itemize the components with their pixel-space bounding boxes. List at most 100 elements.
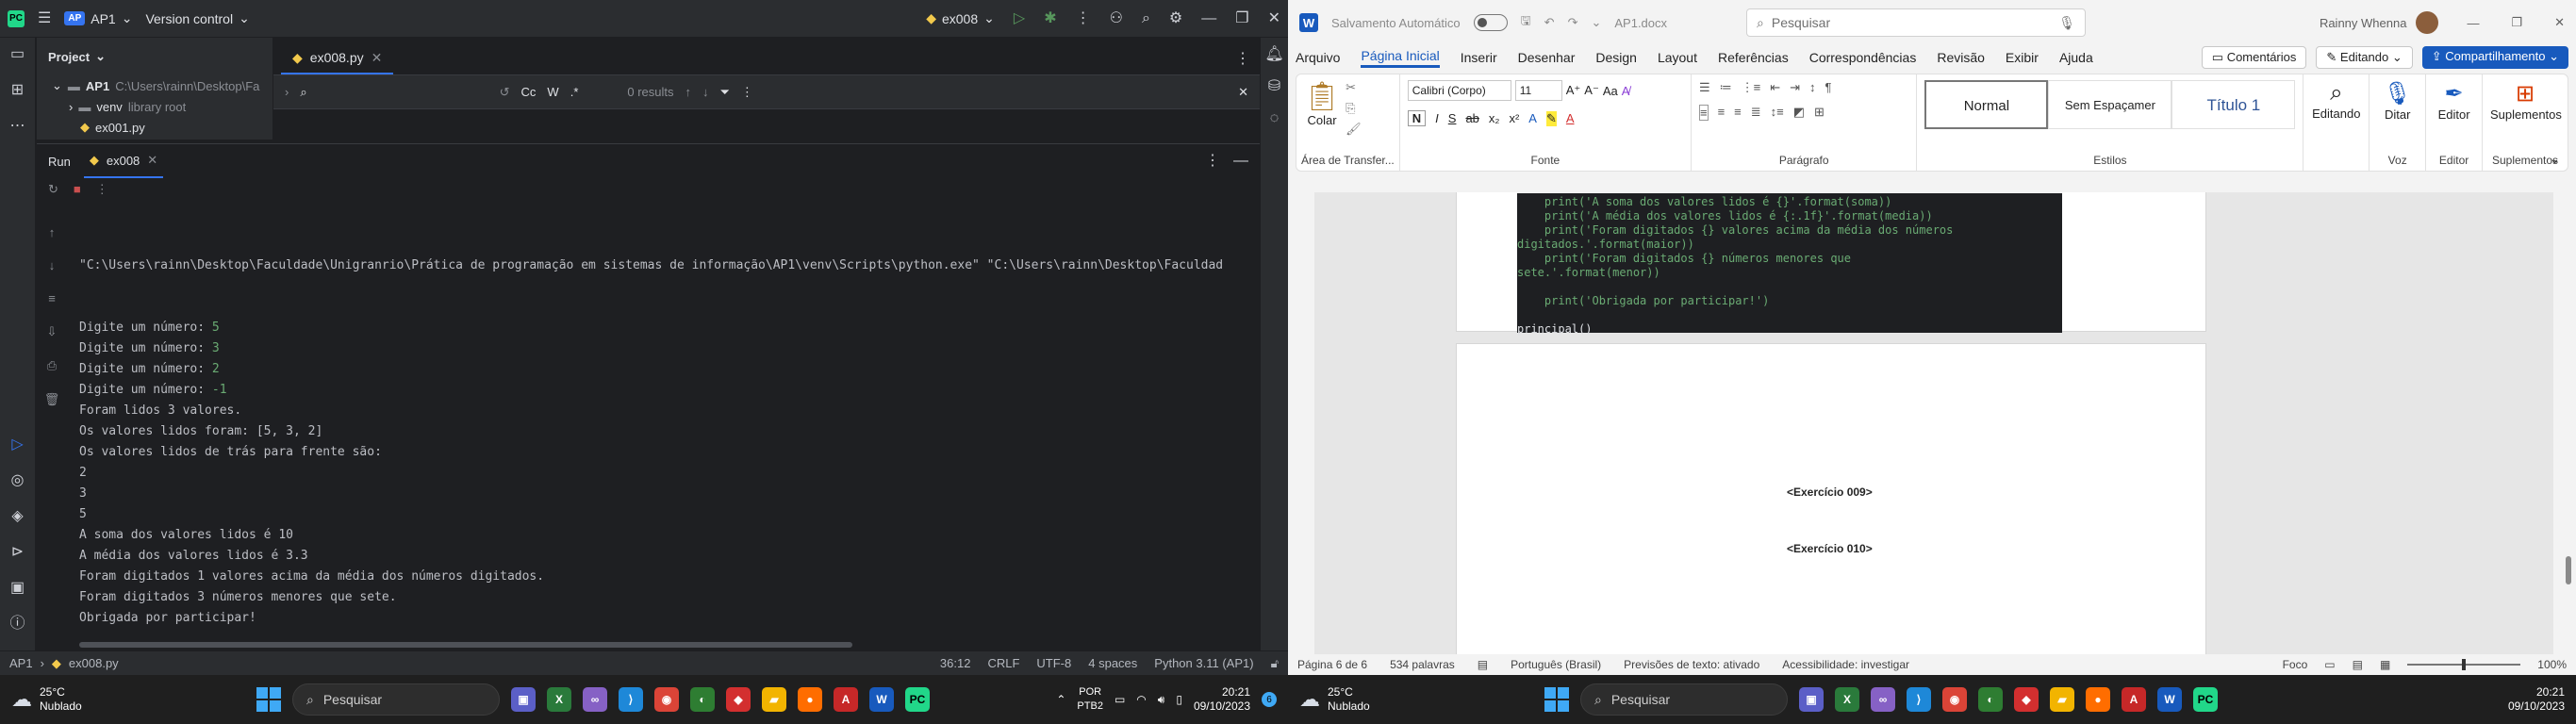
- monitor-icon[interactable]: ▭: [1115, 693, 1125, 706]
- visual-studio-icon[interactable]: ∞: [1871, 687, 1895, 712]
- word-count[interactable]: 534 palavras: [1390, 658, 1455, 671]
- teams-icon[interactable]: ▣: [511, 687, 536, 712]
- tree-item-ex001[interactable]: ◆ ex001.py: [37, 117, 272, 138]
- filter-icon[interactable]: ⏷: [720, 85, 730, 100]
- console-output[interactable]: "C:\Users\rainn\Desktop\Faculdade\Unigra…: [79, 214, 1248, 712]
- language-status[interactable]: Português (Brasil): [1511, 658, 1601, 671]
- vscode-icon[interactable]: ⟩: [619, 687, 643, 712]
- weather-widget[interactable]: ☁ 25°C Nublado: [11, 685, 256, 714]
- text-predictions[interactable]: Previsões de texto: ativado: [1624, 658, 1759, 671]
- project-folder-icon[interactable]: ▭: [10, 47, 25, 62]
- tree-item-venv[interactable]: › ▬ venv library root: [37, 96, 272, 117]
- cut-icon[interactable]: ✂: [1346, 80, 1362, 95]
- restore-icon[interactable]: ❐: [2511, 15, 2522, 30]
- pilcrow-icon[interactable]: ¶: [1825, 80, 1832, 95]
- taskbar-search[interactable]: ⌕ Pesquisar: [1580, 683, 1788, 716]
- rerun-icon[interactable]: ↻: [48, 182, 58, 197]
- style-no-spacing[interactable]: Sem Espaçamer: [2048, 80, 2172, 129]
- tab-correspondencias[interactable]: Correspondências: [1809, 50, 1917, 65]
- highlight-icon[interactable]: ✎: [1545, 110, 1557, 126]
- file-explorer-icon[interactable]: ▰: [2050, 687, 2074, 712]
- zoom-slider[interactable]: [2407, 659, 2521, 670]
- more-icon[interactable]: ⋮: [96, 182, 108, 197]
- text-effects-icon[interactable]: A: [1528, 111, 1537, 125]
- tab-design[interactable]: Design: [1595, 50, 1637, 65]
- close-icon[interactable]: ✕: [2554, 15, 2565, 30]
- document-filename[interactable]: AP1.docx: [1614, 16, 1667, 30]
- ai-assistant-icon[interactable]: ◌: [1270, 111, 1280, 126]
- bullets-icon[interactable]: ☰: [1699, 80, 1710, 95]
- vertical-scrollbar[interactable]: [2563, 192, 2574, 654]
- clock[interactable]: 20:21 09/10/2023: [2508, 685, 2565, 714]
- python-packages-icon[interactable]: ◈: [11, 509, 23, 524]
- proofing-icon[interactable]: ▤: [1478, 658, 1488, 671]
- document-area[interactable]: print('A soma dos valores lidos é {}'.fo…: [1314, 192, 2553, 654]
- page-info[interactable]: Página 6 de 6: [1297, 658, 1367, 671]
- customize-icon[interactable]: ⌄: [1591, 15, 1601, 30]
- excel-icon[interactable]: X: [1835, 687, 1859, 712]
- paste-button[interactable]: 📋︎ Colar: [1304, 80, 1340, 137]
- minimize-icon[interactable]: —: [2467, 16, 2479, 30]
- tab-referencias[interactable]: Referências: [1718, 50, 1789, 65]
- lock-icon[interactable]: 🔓︎: [1271, 656, 1279, 671]
- whole-word-toggle[interactable]: W: [547, 85, 558, 99]
- grow-font-icon[interactable]: A⁺: [1566, 83, 1581, 98]
- tab-layout[interactable]: Layout: [1658, 50, 1697, 65]
- font-color-icon[interactable]: A: [1566, 111, 1575, 125]
- subscript-icon[interactable]: x₂: [1489, 111, 1500, 125]
- debug-icon[interactable]: ✱: [1044, 10, 1056, 26]
- style-heading-1[interactable]: Título 1: [2171, 80, 2296, 129]
- settings-gear-icon[interactable]: ⚙: [1169, 10, 1182, 26]
- multilevel-list-icon[interactable]: ⋮≡: [1742, 80, 1761, 95]
- tab-exibir[interactable]: Exibir: [2006, 50, 2039, 65]
- align-right-icon[interactable]: ≡: [1734, 105, 1742, 121]
- postman-icon[interactable]: ●: [2086, 687, 2110, 712]
- align-left-icon[interactable]: ≡: [1698, 105, 1709, 121]
- pycharm-taskbar-icon[interactable]: PC: [905, 687, 930, 712]
- stop-icon[interactable]: ■: [74, 182, 81, 197]
- terminal-icon[interactable]: ▣: [10, 581, 25, 596]
- match-case-toggle[interactable]: Cc: [521, 85, 537, 99]
- tab-arquivo[interactable]: Arquivo: [1296, 50, 1340, 65]
- accessibility-status[interactable]: Acessibilidade: investigar: [1782, 658, 1909, 671]
- visual-studio-icon[interactable]: ∞: [583, 687, 607, 712]
- share-button[interactable]: ⇪ Compartilhamento ⌄: [2421, 46, 2568, 69]
- python-console-icon[interactable]: ⊳: [11, 545, 24, 560]
- windows-start-icon[interactable]: [1544, 687, 1569, 712]
- horizontal-scrollbar[interactable]: [79, 642, 852, 648]
- tree-item-ap1[interactable]: ⌄ ▬ AP1 C:\Users\rainn\Desktop\Fa: [37, 75, 272, 96]
- bold-icon[interactable]: N: [1407, 110, 1427, 126]
- vcs-selector[interactable]: Version control ⌄: [145, 10, 249, 26]
- restore-icon[interactable]: ❐: [1235, 10, 1248, 26]
- history-icon[interactable]: ↺: [500, 85, 510, 100]
- copy-icon[interactable]: ⎘: [1346, 101, 1362, 116]
- caret-position[interactable]: 36:12: [940, 656, 971, 671]
- expand-replace-icon[interactable]: ›: [285, 85, 289, 99]
- project-panel-header[interactable]: Project ⌄: [37, 38, 272, 75]
- minimize-icon[interactable]: —: [1201, 10, 1216, 26]
- more-icon[interactable]: ⋮: [1076, 10, 1091, 26]
- line-spacing-icon[interactable]: ↕≡: [1771, 105, 1784, 121]
- soft-wrap-icon[interactable]: ≡: [48, 291, 56, 305]
- windows-start-icon[interactable]: [256, 687, 281, 712]
- hamburger-menu-icon[interactable]: ☰: [38, 10, 51, 26]
- read-mode-icon[interactable]: ▭: [2324, 658, 2335, 671]
- scroll-to-end-icon[interactable]: ⇩: [47, 324, 58, 339]
- more-icon[interactable]: ⋮: [1205, 154, 1220, 169]
- more-icon[interactable]: ⋮: [741, 85, 753, 100]
- autosave-toggle[interactable]: [1473, 14, 1508, 31]
- tab-ex008[interactable]: ◆ ex008.py ✕: [281, 42, 394, 74]
- microphone-icon[interactable]: 🎙︎: [2058, 15, 2075, 31]
- database-icon[interactable]: ⛁: [1268, 79, 1280, 94]
- search-icon[interactable]: ⌕: [1142, 10, 1150, 26]
- borders-icon[interactable]: ⊞: [1814, 105, 1825, 121]
- close-find-icon[interactable]: ✕: [1238, 85, 1248, 100]
- sort-icon[interactable]: ↕: [1809, 80, 1816, 95]
- postman-icon[interactable]: ●: [798, 687, 822, 712]
- close-tab-icon[interactable]: ✕: [147, 153, 157, 168]
- close-icon[interactable]: ✕: [1268, 10, 1280, 26]
- notification-badge[interactable]: 6: [1262, 692, 1277, 707]
- scroll-down-icon[interactable]: ↓: [49, 258, 56, 272]
- weather-widget[interactable]: ☁ 25°C Nublado: [1299, 685, 1544, 714]
- change-case-icon[interactable]: Aa: [1603, 84, 1618, 98]
